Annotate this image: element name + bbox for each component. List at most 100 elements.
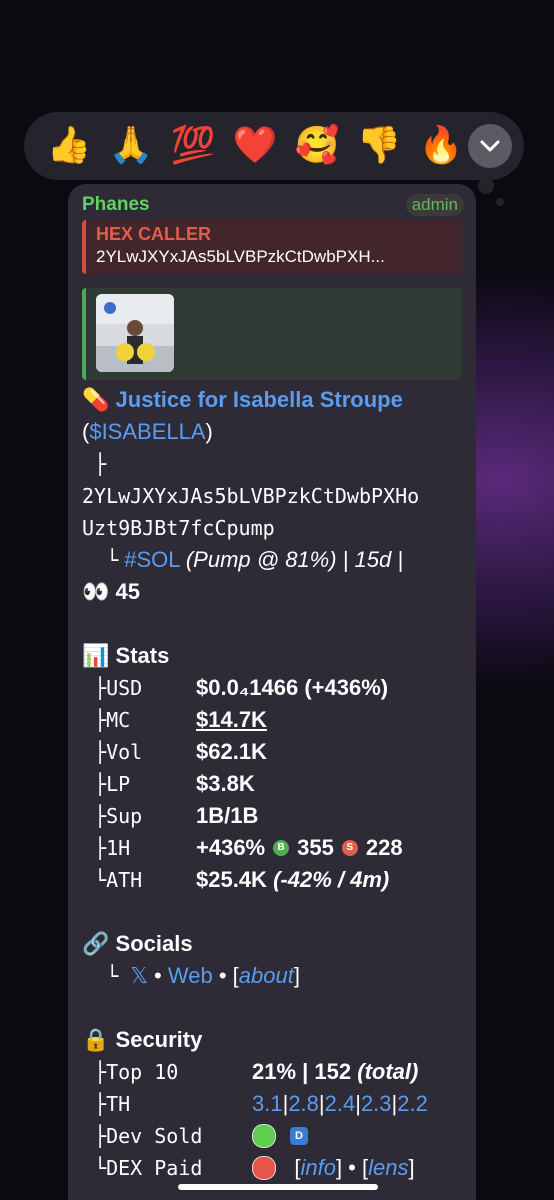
views-count: 45 bbox=[115, 579, 141, 604]
bubble-tail-small bbox=[496, 198, 504, 206]
security-key-label: DEX Paid bbox=[106, 1156, 203, 1180]
sells-count: 228 bbox=[365, 835, 403, 860]
stat-key-label: USD bbox=[106, 676, 143, 700]
reaction-smiling-hearts[interactable]: 🥰 bbox=[286, 112, 348, 180]
buys-count: 355 bbox=[297, 835, 334, 860]
th-link-2[interactable]: 2.8 bbox=[288, 1091, 319, 1117]
dev-badge[interactable]: D bbox=[290, 1127, 308, 1145]
tree-branch-glyph: ├ bbox=[94, 452, 107, 476]
x-link[interactable]: 𝕏 bbox=[130, 963, 148, 989]
stat-key: └ATH bbox=[82, 868, 196, 892]
photo-image bbox=[96, 294, 174, 372]
separator: • bbox=[218, 963, 227, 988]
link-icon: 🔗 bbox=[82, 931, 110, 956]
tree-glyph: ├ bbox=[94, 708, 107, 732]
chain-hashtag[interactable]: #SOL bbox=[124, 547, 179, 572]
stat-row-vol: ├Vol $62.1K bbox=[82, 736, 472, 768]
buys-icon: B bbox=[273, 840, 290, 856]
contract-address-2[interactable]: Uzt9BJBt7fcCpump bbox=[82, 512, 472, 544]
security-row-top10: ├Top 10 21% | 152 (total) bbox=[82, 1056, 472, 1088]
photo-thumbnail[interactable] bbox=[96, 294, 174, 372]
security-row-dev-sold: ├Dev Sold D bbox=[82, 1120, 472, 1152]
pump-info: (Pump @ 81%) | 15d | bbox=[185, 547, 404, 572]
stat-key-label: ATH bbox=[106, 868, 143, 892]
security-key: ├Top 10 bbox=[82, 1060, 179, 1084]
ticker-close-paren: ) bbox=[205, 419, 213, 444]
stats-title: Stats bbox=[115, 643, 170, 668]
stat-row-ath: └ATH $25.4K (-42% / 4m) bbox=[82, 864, 472, 896]
chevron-down-icon bbox=[480, 140, 500, 152]
security-key-label: Dev Sold bbox=[106, 1124, 203, 1148]
security-key: ├TH bbox=[82, 1092, 131, 1116]
th-link-3[interactable]: 2.4 bbox=[325, 1091, 356, 1117]
reaction-pray[interactable]: 🙏 bbox=[100, 112, 162, 180]
security-key-label: TH bbox=[106, 1092, 131, 1116]
stat-row-lp: ├LP $3.8K bbox=[82, 768, 472, 800]
socials-row: └ 𝕏 • Web • [about] bbox=[82, 960, 472, 992]
stat-key: ├LP bbox=[82, 772, 196, 796]
stat-value-usd: $0.0₄1466 (+436%) bbox=[196, 675, 389, 700]
th-link-5[interactable]: 2.2 bbox=[397, 1091, 428, 1117]
reaction-fire[interactable]: 🔥 bbox=[410, 112, 472, 180]
tree-glyph: ├ bbox=[94, 804, 107, 828]
socials-title: Socials bbox=[115, 931, 193, 956]
pill-icon: 💊 bbox=[82, 387, 110, 412]
tree-glyph: └ bbox=[82, 964, 130, 988]
th-link-1[interactable]: 3.1 bbox=[252, 1091, 283, 1117]
reaction-thumbs-up[interactable]: 👍 bbox=[38, 112, 100, 180]
message-text: 💊 Justice for Isabella Stroupe ($ISABELL… bbox=[82, 384, 472, 1184]
reaction-bar: 👍 🙏 💯 ❤️ 🥰 👎 🔥 bbox=[24, 112, 524, 180]
tree-glyph: ├ bbox=[94, 772, 107, 796]
reply-text: 2YLwJXYxJAs5bLVBPzkCtDwbPXH... bbox=[96, 247, 385, 266]
bubble-tail bbox=[478, 178, 494, 194]
lens-link[interactable]: lens bbox=[368, 1155, 408, 1181]
about-link[interactable]: about bbox=[239, 963, 294, 989]
reply-sender: HEX CALLER bbox=[96, 224, 212, 244]
stat-key: ├Sup bbox=[82, 804, 196, 828]
tree-glyph: ├ bbox=[94, 740, 107, 764]
contract-address-1[interactable]: 2YLwJXYxJAs5bLVBPzkCtDwbPXHo bbox=[82, 480, 472, 512]
security-title: Security bbox=[115, 1027, 203, 1052]
separator: • bbox=[154, 963, 162, 988]
views-line: 👀 45 bbox=[82, 576, 472, 608]
tree-end-glyph: └ bbox=[82, 548, 118, 572]
token-name-link[interactable]: Justice for Isabella Stroupe bbox=[116, 387, 403, 412]
sender-name[interactable]: Phanes bbox=[82, 194, 150, 216]
stat-key-label: 1H bbox=[106, 836, 131, 860]
th-link-4[interactable]: 2.3 bbox=[361, 1091, 392, 1117]
chain-line: └ #SOL (Pump @ 81%) | 15d | bbox=[82, 544, 472, 576]
stat-value-1h: +436% bbox=[196, 835, 266, 860]
bar-chart-icon: 📊 bbox=[82, 643, 110, 668]
stat-row-usd: ├USD $0.0₄1466 (+436%) bbox=[82, 672, 472, 704]
stat-value-lp: $3.8K bbox=[196, 771, 255, 796]
web-link[interactable]: Web bbox=[168, 963, 213, 989]
stat-row-1h: ├1H +436% B 355 S 228 bbox=[82, 832, 472, 864]
ticker-link[interactable]: $ISABELLA bbox=[89, 419, 205, 444]
security-heading: 🔒 Security bbox=[82, 1024, 472, 1056]
reaction-100[interactable]: 💯 bbox=[162, 112, 224, 180]
stat-key-label: Sup bbox=[106, 804, 143, 828]
socials-heading: 🔗 Socials bbox=[82, 928, 472, 960]
tree-end: └ bbox=[106, 548, 119, 572]
stat-value-mc[interactable]: $14.7K bbox=[196, 707, 267, 733]
info-link[interactable]: info bbox=[300, 1155, 335, 1181]
reaction-thumbs-down[interactable]: 👎 bbox=[348, 112, 410, 180]
stat-row-sup: ├Sup 1B/1B bbox=[82, 800, 472, 832]
tree-glyph: ├ bbox=[94, 676, 107, 700]
reaction-heart[interactable]: ❤️ bbox=[224, 112, 286, 180]
home-indicator[interactable] bbox=[178, 1184, 378, 1190]
lock-icon: 🔒 bbox=[82, 1027, 110, 1052]
tree-glyph: └ bbox=[94, 868, 107, 892]
expand-reactions-button[interactable] bbox=[468, 124, 512, 168]
media-preview[interactable] bbox=[82, 288, 462, 380]
ath-extra: (-42% / 4m) bbox=[273, 867, 390, 892]
green-circle-icon bbox=[252, 1124, 276, 1148]
stat-value-sup: 1B/1B bbox=[196, 803, 259, 828]
reply-quote[interactable]: HEX CALLER 2YLwJXYxJAs5bLVBPzkCtDwbPXH..… bbox=[82, 220, 462, 274]
message-bubble[interactable]: Phanes admin HEX CALLER 2YLwJXYxJAs5bLVB… bbox=[68, 184, 476, 1200]
ticker-line: ($ISABELLA) bbox=[82, 416, 472, 448]
security-key: ├Dev Sold bbox=[82, 1124, 203, 1148]
